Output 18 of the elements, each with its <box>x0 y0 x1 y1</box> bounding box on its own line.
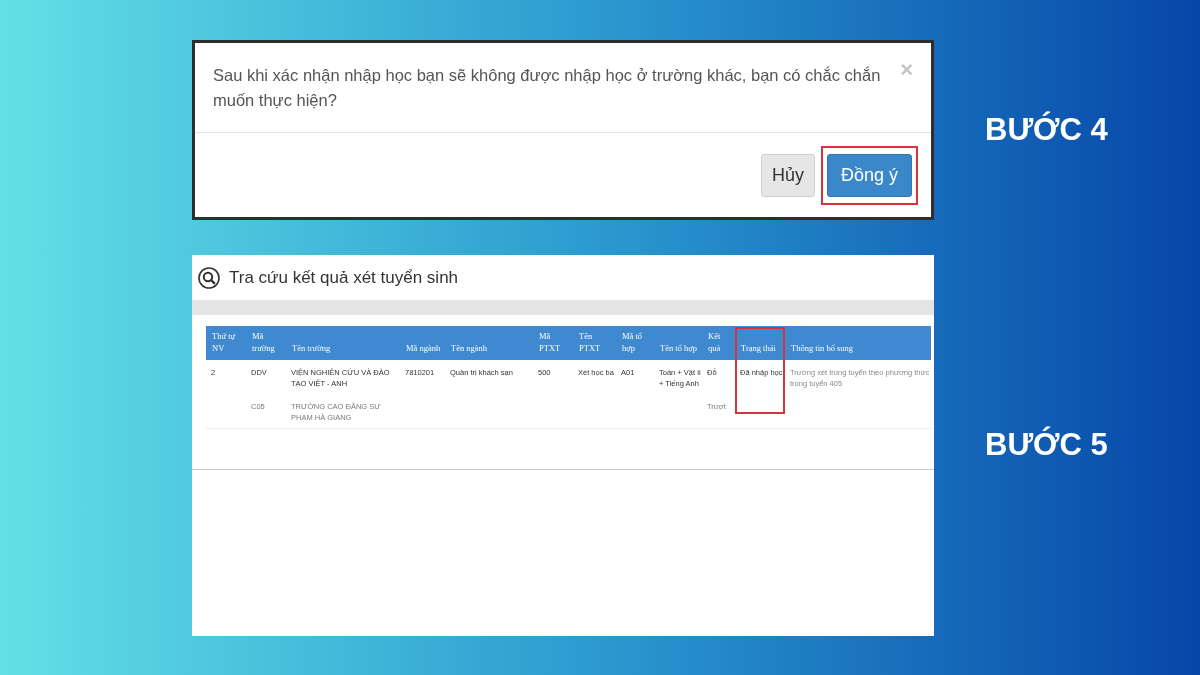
column-header: Tên PTXT <box>573 326 616 360</box>
search-icon <box>198 266 220 289</box>
column-header: Thông tin bổ sung <box>785 326 931 360</box>
column-header: Tên trường <box>286 326 400 360</box>
column-header: Tên tổ hợp <box>654 326 702 360</box>
column-header: Mã trường <box>246 326 286 360</box>
column-header: Mã ngành <box>400 326 445 360</box>
step-label: BƯỚC 5 <box>985 425 1108 465</box>
column-header: Kết quả <box>702 326 735 360</box>
column-header: Mã PTXT <box>533 326 573 360</box>
dialog-message: Sau khi xác nhận nhập học bạn sẽ không được nhập học ở trường khác, bạn có chắc chắn muốn thực hiện? <box>213 65 882 111</box>
column-header: Mã tổ hợp <box>616 326 654 360</box>
confirm-button[interactable]: Đồng ý <box>826 153 912 197</box>
cancel-button[interactable]: Hủy <box>760 153 815 197</box>
column-header: Tên ngành <box>445 326 533 360</box>
page-title: Tra cứu kết quả xét tuyển sinh <box>229 266 459 289</box>
column-header: Thứ tự NV <box>206 326 246 360</box>
step-label: BƯỚC 4 <box>985 110 1108 149</box>
